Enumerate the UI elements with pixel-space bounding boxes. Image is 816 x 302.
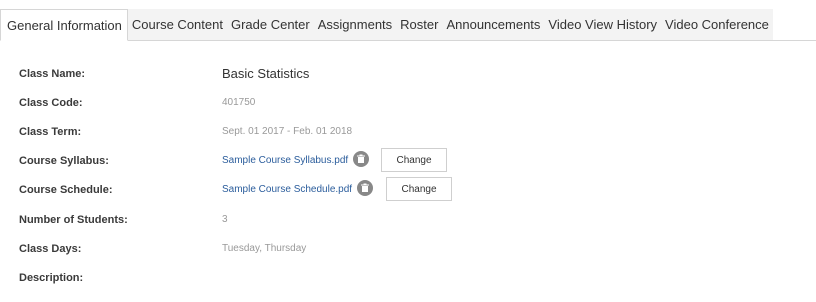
schedule-file-link[interactable]: Sample Course Schedule.pdf [222,184,352,195]
class-days-label: Class Days: [19,243,82,255]
class-days-value: Tuesday, Thursday [222,243,307,254]
tab-roster[interactable]: Roster [396,9,443,40]
change-schedule-button[interactable]: Change [386,177,452,201]
row-class-name: Class Name: Basic Statistics [0,64,816,84]
description-label: Description: [19,272,84,284]
class-term-label: Class Term: [19,126,82,138]
row-class-term: Class Term: Sept. 01 2017 - Feb. 01 2018 [0,122,816,142]
row-class-code: Class Code: 401750 [0,93,816,113]
tab-announcements[interactable]: Announcements [442,9,545,40]
tab-video-conference[interactable]: Video Conference [661,9,773,40]
trash-icon[interactable] [352,151,369,168]
course-syllabus-value: Sample Course Syllabus.pdf [222,151,369,171]
class-name-label: Class Name: [19,68,86,80]
tab-general-information[interactable]: General Information [0,9,128,41]
class-term-value: Sept. 01 2017 - Feb. 01 2018 [222,126,353,137]
tab-bar: General Information Course Content Grade… [0,8,816,41]
syllabus-file-link[interactable]: Sample Course Syllabus.pdf [222,155,348,166]
tab-grade-center[interactable]: Grade Center [226,9,314,40]
tab-course-content[interactable]: Course Content [127,9,227,40]
class-code-value: 401750 [222,97,256,108]
row-number-of-students: Number of Students: 3 [0,210,816,230]
row-course-schedule: Course Schedule: Sample Course Schedule.… [0,177,816,201]
course-schedule-value: Sample Course Schedule.pdf [222,180,373,200]
course-syllabus-label: Course Syllabus: [19,155,109,167]
number-of-students-value: 3 [222,214,228,225]
tab-assignments[interactable]: Assignments [313,9,397,40]
class-code-label: Class Code: [19,97,83,109]
tab-video-view-history[interactable]: Video View History [544,9,662,40]
change-syllabus-button[interactable]: Change [381,148,447,172]
number-of-students-label: Number of Students: [19,214,128,226]
row-class-days: Class Days: Tuesday, Thursday [0,239,816,259]
row-description: Description: [0,268,816,288]
trash-icon[interactable] [356,180,373,197]
course-schedule-label: Course Schedule: [19,184,113,196]
class-name-value: Basic Statistics [222,66,310,81]
row-course-syllabus: Course Syllabus: Sample Course Syllabus.… [0,148,816,172]
